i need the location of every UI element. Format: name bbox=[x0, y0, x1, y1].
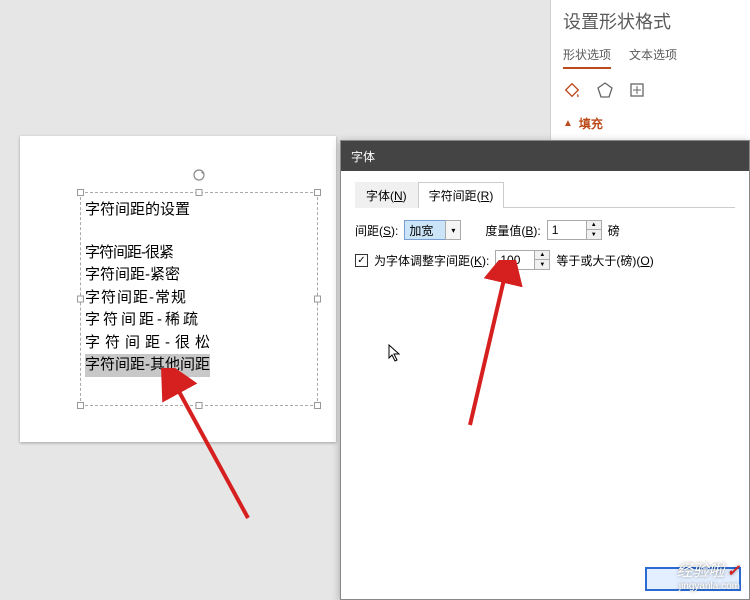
textbox-line: 字符间距-很松 bbox=[85, 332, 313, 355]
tab-font[interactable]: 字体(N) bbox=[355, 182, 418, 208]
tab-text-options[interactable]: 文本选项 bbox=[629, 46, 677, 69]
dialog-tabs: 字体(N) 字符间距(R) bbox=[355, 181, 735, 208]
textbox-line-selected: 字符间距-其他间距 bbox=[85, 354, 210, 377]
resize-handle[interactable] bbox=[314, 402, 321, 409]
size-icon[interactable] bbox=[629, 82, 645, 98]
watermark: 经验啦✓ jingyanla.com bbox=[677, 557, 740, 592]
spin-up[interactable]: ▲ bbox=[587, 221, 601, 230]
panel-tabs: 形状选项 文本选项 bbox=[563, 46, 738, 69]
kerning-label: 为字体调整字间距(K): bbox=[374, 252, 489, 269]
unit-label: 磅 bbox=[608, 222, 620, 239]
tab-char-spacing[interactable]: 字符间距(R) bbox=[418, 182, 505, 208]
resize-handle[interactable] bbox=[196, 402, 203, 409]
dropdown-arrow-icon[interactable]: ▾ bbox=[445, 220, 461, 240]
panel-title: 设置形状格式 bbox=[563, 8, 738, 34]
icon-row bbox=[563, 81, 738, 99]
format-shape-panel: 设置形状格式 形状选项 文本选项 ▲ 填充 bbox=[550, 0, 750, 140]
cursor-icon bbox=[388, 344, 402, 362]
amount-label: 度量值(B): bbox=[485, 222, 540, 239]
kerning-checkbox[interactable]: ✓ bbox=[355, 254, 368, 267]
textbox-line: 字符间距-常规 bbox=[85, 287, 313, 310]
rotate-handle-icon[interactable] bbox=[192, 168, 206, 182]
fill-icon[interactable] bbox=[563, 81, 581, 99]
resize-handle[interactable] bbox=[196, 189, 203, 196]
dialog-title: 字体 bbox=[351, 148, 375, 165]
textbox-title: 字符间距的设置 bbox=[85, 199, 313, 222]
spacing-select[interactable]: 加宽 bbox=[404, 220, 446, 240]
resize-handle[interactable] bbox=[77, 189, 84, 196]
resize-handle[interactable] bbox=[314, 189, 321, 196]
expand-arrow-icon: ▲ bbox=[563, 118, 573, 129]
spacing-row: 间距(S): 加宽 ▾ 度量值(B): ▲▼ 磅 bbox=[355, 220, 735, 240]
textbox-line: 字符间距-很紧 bbox=[85, 242, 313, 265]
slide-canvas: 字符间距的设置 字符间距-很紧 字符间距-紧密 字符间距-常规 字符间距-稀疏 … bbox=[20, 136, 336, 442]
resize-handle[interactable] bbox=[77, 402, 84, 409]
textbox-line: 字符间距-紧密 bbox=[85, 264, 313, 287]
amount-input[interactable] bbox=[547, 220, 587, 240]
kerning-input[interactable] bbox=[495, 250, 535, 270]
resize-handle[interactable] bbox=[314, 296, 321, 303]
tab-shape-options[interactable]: 形状选项 bbox=[563, 46, 611, 69]
spin-down[interactable]: ▼ bbox=[587, 230, 601, 239]
textbox[interactable]: 字符间距的设置 字符间距-很紧 字符间距-紧密 字符间距-常规 字符间距-稀疏 … bbox=[80, 192, 318, 406]
font-dialog: 字体 字体(N) 字符间距(R) 间距(S): 加宽 ▾ 度量值(B): ▲▼ … bbox=[340, 140, 750, 600]
effects-icon[interactable] bbox=[597, 82, 613, 98]
textbox-line: 字符间距-稀疏 bbox=[85, 309, 313, 332]
resize-handle[interactable] bbox=[77, 296, 84, 303]
fill-section[interactable]: ▲ 填充 bbox=[563, 115, 738, 132]
fill-label: 填充 bbox=[579, 115, 603, 132]
spin-up[interactable]: ▲ bbox=[535, 251, 549, 260]
kerning-suffix: 等于或大于(磅)(O) bbox=[556, 252, 653, 269]
spacing-label: 间距(S): bbox=[355, 222, 398, 239]
spin-down[interactable]: ▼ bbox=[535, 260, 549, 269]
kerning-row: ✓ 为字体调整字间距(K): ▲▼ 等于或大于(磅)(O) bbox=[355, 250, 735, 270]
dialog-titlebar[interactable]: 字体 bbox=[341, 141, 749, 171]
